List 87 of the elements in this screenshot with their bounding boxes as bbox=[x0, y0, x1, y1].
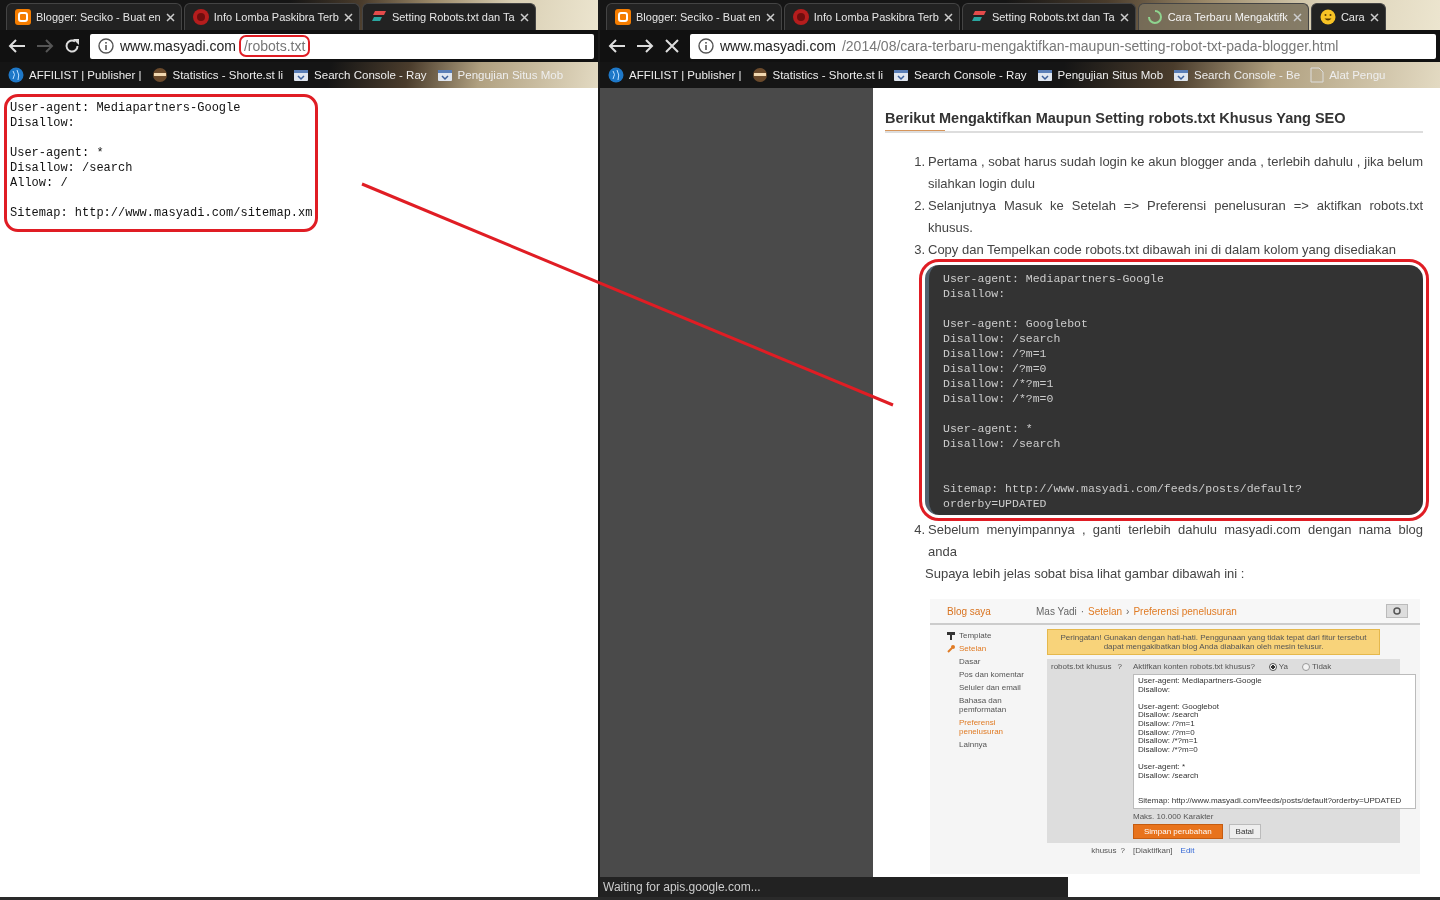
setting-value: [Diaktifkan] bbox=[1133, 845, 1173, 855]
smiley-icon bbox=[1319, 9, 1336, 25]
step-number: 3. bbox=[913, 241, 925, 259]
browser-tab[interactable]: Blogger: Seciko - Buat en bbox=[6, 3, 182, 30]
close-icon[interactable] bbox=[343, 12, 353, 22]
blogger-logo-icon bbox=[15, 9, 31, 25]
settings-button[interactable] bbox=[1386, 604, 1408, 618]
globe-icon bbox=[8, 67, 24, 83]
sidebar-item[interactable]: Bahasa dan pemformatan bbox=[947, 696, 1029, 714]
info-icon[interactable] bbox=[698, 38, 714, 54]
sidebar-item[interactable]: Lainnya bbox=[947, 740, 1029, 749]
robots-text: User-agent: Mediapartners-Google Disallow: User-agent: * Disallow: /search Allow: / Sitemap: http://www.masyadi.com/sitemap.xm bbox=[10, 101, 313, 221]
sidebar-item[interactable]: Seluler dan email bbox=[947, 683, 1029, 692]
close-icon[interactable] bbox=[1369, 12, 1379, 22]
close-icon[interactable] bbox=[1119, 12, 1129, 22]
close-icon[interactable] bbox=[519, 12, 529, 22]
forward-icon[interactable] bbox=[636, 38, 654, 54]
address-bar[interactable]: www.masyadi.com /robots.txt bbox=[90, 33, 594, 59]
wrench-icon bbox=[947, 644, 955, 653]
radio-label: Tidak bbox=[1312, 662, 1332, 671]
back-icon[interactable] bbox=[608, 38, 626, 54]
settings-icon bbox=[1393, 607, 1401, 615]
close-icon[interactable] bbox=[165, 12, 175, 22]
bookmark[interactable]: Statistics - Shorte.st li bbox=[751, 67, 884, 83]
browser-tab[interactable]: Info Lomba Paskibra Terb bbox=[783, 3, 960, 30]
sidebar-item[interactable]: Dasar bbox=[947, 657, 1029, 666]
browser-tab[interactable]: Cara Terbaru Mengaktifk bbox=[1137, 3, 1309, 30]
step-text: Sebelum menyimpannya , ganti terlebih dahulu masyadi.com dengan nama blog anda bbox=[928, 521, 1423, 561]
sidebar-item[interactable]: Template bbox=[947, 631, 1047, 640]
status-bar: Waiting for apis.google.com... bbox=[600, 877, 1068, 897]
breadcrumb-separator: › bbox=[1126, 605, 1130, 617]
address-bar[interactable]: www.masyadi.com /2014/08/cara-terbaru-mengaktifkan-maupun-setting-robot-txt-pada-blogger.html bbox=[690, 33, 1436, 59]
bookmark[interactable]: Pengujian Situs Mob bbox=[1036, 67, 1164, 83]
info-icon[interactable] bbox=[98, 38, 114, 54]
step-text: Pertama , sobat harus sudah login ke akun blogger anda , terlebih dahulu , jika belum silahkan login dulu bbox=[928, 153, 1423, 193]
bookmark[interactable]: Statistics - Shorte.st li bbox=[151, 67, 284, 83]
globe-icon bbox=[608, 67, 624, 83]
limit-note: Maks. 10.000 Karakter bbox=[1133, 811, 1215, 821]
stop-icon[interactable] bbox=[664, 38, 680, 54]
browser-tab[interactable]: Setting Robots.txt dan Ta bbox=[961, 3, 1136, 30]
cancel-button[interactable]: Batal bbox=[1228, 823, 1261, 839]
step-text: Copy dan Tempelkan code robots.txt dibawah ini di dalam kolom yang disediakan bbox=[928, 241, 1398, 259]
console-icon bbox=[1036, 67, 1053, 83]
text-area[interactable]: User-agent: Mediapartners-Google Disallow: User-agent: Googlebot Disallow: /search Disallow: /?m=1 Disallow: /?m=0 Disallow: /*?m=1 Disallow: /*?m=0 User-agent: * Disallow: /search Sitemap: http://www.masyadi.com/feeds/posts/default?orderby=UPDATED bbox=[1133, 674, 1416, 809]
bookmark[interactable]: AFFILIST | Publisher | bbox=[8, 67, 142, 83]
console-icon bbox=[893, 67, 910, 83]
help-link[interactable]: ? bbox=[1117, 662, 1122, 671]
ninja-icon bbox=[151, 67, 168, 83]
seal-icon bbox=[192, 9, 209, 25]
console-icon bbox=[436, 67, 453, 83]
article-heading: Berikut Mengaktifkan Maupun Setting robots.txt Khusus Yang SEO bbox=[885, 110, 1423, 133]
setting-question: Aktifkan konten robots.txt khusus? bbox=[1133, 662, 1255, 671]
console-icon bbox=[293, 67, 310, 83]
radio-button[interactable] bbox=[1302, 662, 1311, 671]
breadcrumb-text: Mas Yadi bbox=[1036, 605, 1077, 617]
setting-label: khusus bbox=[1091, 845, 1117, 855]
step-number: 2. bbox=[913, 197, 925, 215]
close-icon[interactable] bbox=[943, 12, 953, 22]
reload-icon[interactable] bbox=[64, 38, 80, 54]
help-link[interactable]: ? bbox=[1120, 845, 1125, 855]
radio-label: Ya bbox=[1278, 662, 1289, 671]
breadcrumb-separator: · bbox=[1080, 605, 1085, 617]
browser-tab[interactable]: Blogger: Seciko - Buat en bbox=[606, 3, 782, 30]
warning-banner: Peringatan! Gunakan dengan hati-hati. Penggunaan yang tidak tepat dari fitur tersebut dapat mengakibatkan blog Anda diabaikan oleh mesin telusur. bbox=[1047, 629, 1380, 655]
bookmark[interactable]: Search Console - Ray bbox=[293, 67, 427, 83]
back-icon[interactable] bbox=[8, 38, 26, 54]
bookmark[interactable]: Search Console - Ray bbox=[893, 67, 1027, 83]
browser-tab[interactable]: Cara bbox=[1310, 3, 1386, 30]
radio-button[interactable] bbox=[1268, 662, 1277, 671]
setting-label: robots.txt khusus bbox=[1051, 662, 1112, 671]
ninja-icon bbox=[751, 67, 768, 83]
seal-icon bbox=[792, 9, 809, 25]
browser-tab[interactable]: Setting Robots.txt dan Ta bbox=[361, 3, 536, 30]
paint-roller-icon bbox=[947, 631, 955, 640]
bookmark[interactable]: AFFILIST | Publisher | bbox=[608, 67, 742, 83]
step-number: 4. bbox=[913, 521, 925, 539]
close-icon[interactable] bbox=[765, 12, 775, 22]
browser-tab[interactable]: Info Lomba Paskibra Terb bbox=[183, 3, 360, 30]
sidebar-item[interactable]: Pos dan komentar bbox=[947, 670, 1029, 679]
loading-spinner-icon bbox=[1146, 9, 1163, 25]
page-icon bbox=[1310, 67, 1325, 83]
step-text: Selanjutnya Masuk ke Setelah => Preferensi penelusuran => aktifkan robots.txt khusus. bbox=[928, 197, 1423, 237]
paragraph: Supaya lebih jelas sobat bisa lihat gambar dibawah ini : bbox=[925, 565, 1246, 583]
blogger-logo-icon bbox=[615, 9, 631, 25]
edit-link[interactable]: Edit bbox=[1180, 845, 1195, 855]
console-icon bbox=[1173, 67, 1190, 83]
step-number: 1. bbox=[913, 153, 925, 171]
